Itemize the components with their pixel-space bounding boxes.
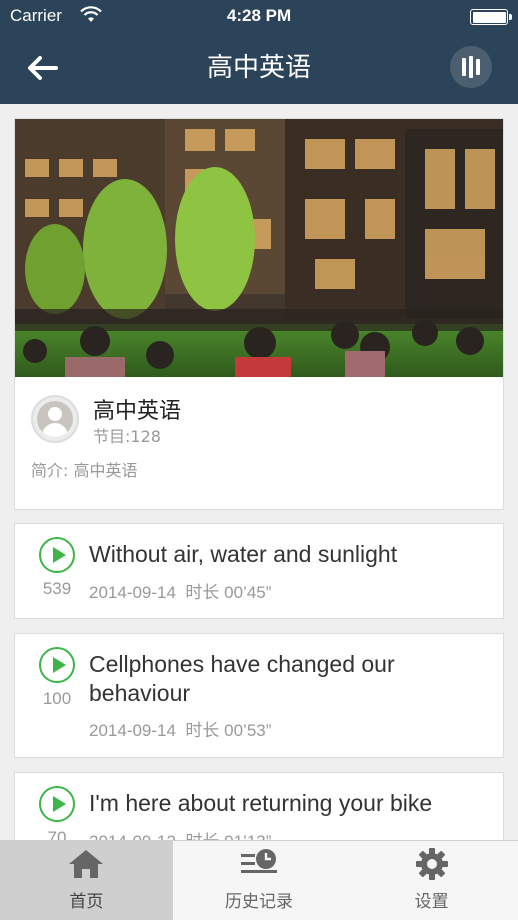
tab-settings[interactable]: 设置 — [345, 841, 518, 920]
tab-bar: 首页 历史记录 设置 — [0, 840, 518, 920]
tab-history[interactable]: 历史记录 — [173, 841, 346, 920]
gear-icon — [412, 847, 452, 881]
user-placeholder-icon — [37, 401, 73, 437]
status-time: 4:28 PM — [226, 6, 292, 25]
history-icon — [239, 847, 279, 881]
battery-icon — [470, 9, 512, 25]
episode-meta: 2014-09-14 时长 00’45” — [89, 578, 271, 603]
tab-home[interactable]: 首页 — [0, 841, 173, 920]
play-icon[interactable] — [39, 537, 75, 573]
album-title: 高中英语 — [93, 399, 182, 424]
status-bar: Carrier 4:28 PM — [0, 0, 518, 34]
album-avatar — [31, 395, 79, 443]
tab-label: 历史记录 — [225, 892, 293, 912]
now-playing-button[interactable] — [450, 46, 492, 88]
episode-count: 节目:128 — [93, 427, 161, 446]
play-count: 539 — [42, 579, 72, 598]
equalizer-icon — [462, 58, 466, 76]
home-icon — [66, 847, 106, 881]
episode-date: 2014-09-14 — [89, 583, 176, 602]
page-title: 高中英语 — [206, 53, 311, 83]
tab-label: 首页 — [69, 892, 104, 912]
play-icon[interactable] — [39, 647, 75, 683]
album-cover-image — [15, 119, 503, 377]
play-count: 100 — [42, 689, 72, 708]
list-item[interactable]: 539 Without air, water and sunlight 2014… — [14, 523, 504, 619]
episode-meta: 2014-09-14 时长 00’53” — [89, 716, 271, 741]
play-icon[interactable] — [39, 786, 75, 822]
episode-title: Without air, water and sunlight — [89, 541, 398, 567]
tab-label: 设置 — [414, 892, 449, 912]
list-item[interactable]: 100 Cellphones have changed our behaviou… — [14, 633, 504, 758]
equalizer-bar — [476, 59, 480, 75]
episode-title: I'm here about returning your bike — [89, 790, 433, 816]
album-intro: 简介: 高中英语 — [31, 461, 138, 480]
album-card: 高中英语 节目:128 简介: 高中英语 — [14, 118, 504, 510]
top-bar: Carrier 4:28 PM 高中英语 — [0, 0, 518, 104]
episode-duration: 时长 00’53” — [185, 721, 272, 740]
episode-duration: 时长 00’45” — [185, 583, 272, 602]
equalizer-bar — [469, 56, 473, 78]
episode-title: Cellphones have changed our behaviour — [89, 651, 395, 706]
episode-date: 2014-09-14 — [89, 721, 176, 740]
